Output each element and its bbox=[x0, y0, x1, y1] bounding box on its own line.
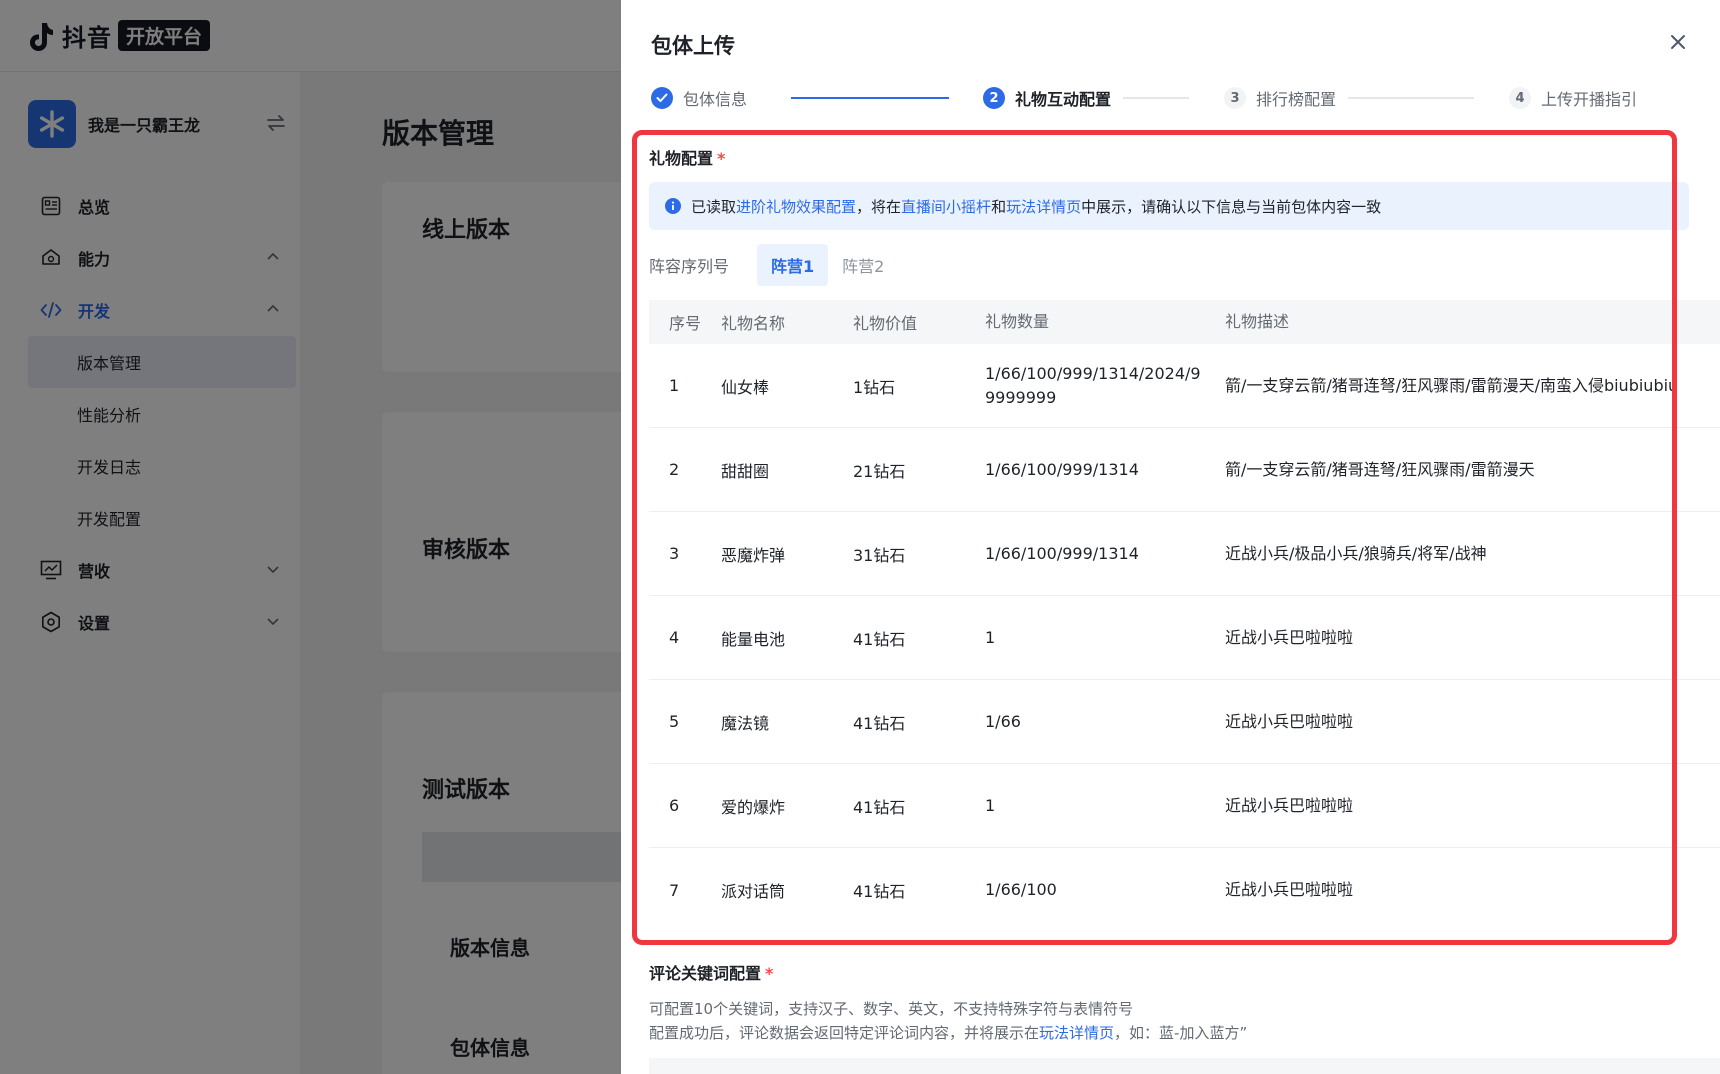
cell-no: 2 bbox=[669, 460, 680, 479]
cell-qty: 1/66/100 bbox=[985, 880, 1057, 899]
cell-desc: 近战小兵巴啦啦啦 bbox=[1225, 711, 1354, 731]
cell-qty: 1 bbox=[985, 627, 996, 647]
step-connector bbox=[791, 97, 949, 99]
cell-value: 1钻石 bbox=[853, 377, 896, 397]
comment-section-title: 评论关键词配置 * bbox=[649, 960, 773, 984]
info-notice: 已读取 进阶礼物效果配置 ，将在 直播间小摇杆 和 玩法详情页 中展示，请确认以… bbox=[649, 182, 1689, 230]
step-label: 排行榜配置 bbox=[1256, 90, 1337, 109]
step-3[interactable]: 3 排行榜配置 bbox=[1224, 84, 1336, 112]
table-row: 5 魔法镜 41钻石 1/66 近战小兵巴啦啦啦 bbox=[649, 680, 1720, 764]
step-label: 礼物互动配置 bbox=[1015, 90, 1112, 109]
step-connector bbox=[1348, 97, 1474, 99]
gift-table: 序号 礼物名称 礼物价值 礼物数量 礼物描述 1 仙女棒 1钻石 1/66/10… bbox=[649, 300, 1720, 932]
step-number: 2 bbox=[983, 87, 1005, 109]
section-title-text: 评论关键词配置 bbox=[649, 964, 762, 983]
cell-qty: 1/66 bbox=[985, 711, 1021, 731]
cell-value: 41钻石 bbox=[853, 797, 906, 817]
cell-no: 7 bbox=[669, 880, 680, 900]
cell-qty: 1/66/100/999/1314 bbox=[985, 459, 1139, 479]
step-number: 3 bbox=[1224, 87, 1246, 109]
tab-camp-1[interactable]: 阵营1 bbox=[757, 244, 829, 286]
cell-no: 4 bbox=[669, 628, 680, 647]
tabs-label: 阵容序列号 bbox=[649, 257, 730, 276]
section-title-text: 礼物配置 bbox=[649, 149, 714, 168]
keyword-table-header bbox=[649, 1058, 1720, 1074]
desc-text: 配置成功后，评论数据会返回特定评论词内容，并将展示在 bbox=[649, 1024, 1040, 1042]
comment-desc-line1: 可配置10个关键词，支持汉子、数字、英文，不支持特殊字符与表情符号 bbox=[649, 1000, 1134, 1018]
cell-desc: 箭/一支穿云箭/猪哥连弩/狂风骤雨/雷箭漫天 bbox=[1225, 459, 1535, 479]
table-row: 1 仙女棒 1钻石 1/66/100/999/1314/2024/9999999… bbox=[649, 344, 1720, 428]
table-row: 7 派对话筒 41钻石 1/66/100 近战小兵巴啦啦啦 bbox=[649, 848, 1720, 932]
cell-qty: 1/66/100/999/1314 bbox=[985, 543, 1139, 563]
cell-desc: 近战小兵巴啦啦啦 bbox=[1225, 795, 1354, 815]
close-button[interactable] bbox=[1666, 30, 1690, 54]
drawer-title: 包体上传 bbox=[651, 34, 735, 58]
cell-no: 6 bbox=[669, 796, 680, 815]
tab-camp-2[interactable]: 阵营2 bbox=[828, 244, 898, 286]
column-header: 礼物价值 bbox=[853, 314, 918, 333]
cell-value: 31钻石 bbox=[853, 545, 906, 565]
cell-no: 1 bbox=[669, 376, 680, 395]
check-icon bbox=[651, 87, 673, 109]
cell-value: 41钻石 bbox=[853, 629, 906, 649]
step-label: 包体信息 bbox=[683, 90, 748, 109]
required-mark: * bbox=[717, 149, 726, 168]
camp-tabs: 阵容序列号 阵营1 阵营2 bbox=[649, 244, 898, 286]
table-row: 2 甜甜圈 21钻石 1/66/100/999/1314 箭/一支穿云箭/猪哥连… bbox=[649, 428, 1720, 512]
cell-desc: 近战小兵/极品小兵/狼骑兵/将军/战神 bbox=[1225, 543, 1487, 563]
cell-value: 41钻石 bbox=[853, 882, 906, 901]
cell-qty: 1/66/100/999/1314/2024/99999999 bbox=[985, 363, 1201, 407]
step-connector bbox=[1123, 97, 1189, 99]
cell-name: 能量电池 bbox=[721, 629, 786, 649]
cell-no: 5 bbox=[669, 712, 680, 731]
notice-text: ，将在 bbox=[856, 197, 902, 216]
table-row: 6 爱的爆炸 41钻石 1 近战小兵巴啦啦啦 bbox=[649, 764, 1720, 848]
cell-desc: 近战小兵巴啦啦啦 bbox=[1225, 880, 1354, 899]
upload-drawer: 包体上传 包体信息 2 礼物互动配置 3 排行榜配置 4 上传开播指引 礼物配置… bbox=[621, 0, 1720, 1074]
info-icon bbox=[665, 198, 681, 214]
step-1[interactable]: 包体信息 bbox=[651, 84, 747, 112]
detail-page-link[interactable]: 玩法详情页 bbox=[1006, 196, 1081, 217]
gift-effect-link[interactable]: 进阶礼物效果配置 bbox=[736, 196, 856, 217]
comment-desc-line2: 配置成功后，评论数据会返回特定评论词内容，并将展示在玩法详情页，如：蓝-加入蓝方… bbox=[649, 1022, 1247, 1043]
table-row: 4 能量电池 41钻石 1 近战小兵巴啦啦啦 bbox=[649, 596, 1720, 680]
step-2[interactable]: 2 礼物互动配置 bbox=[983, 84, 1111, 112]
cell-name: 爱的爆炸 bbox=[721, 797, 786, 817]
steps: 包体信息 2 礼物互动配置 3 排行榜配置 4 上传开播指引 bbox=[651, 84, 1711, 112]
cell-desc: 近战小兵巴啦啦啦 bbox=[1225, 627, 1354, 647]
cell-no: 3 bbox=[669, 544, 680, 563]
gift-section-title: 礼物配置 * bbox=[649, 145, 725, 169]
cell-value: 41钻石 bbox=[853, 713, 906, 733]
joystick-link[interactable]: 直播间小摇杆 bbox=[901, 196, 991, 217]
notice-text: 和 bbox=[991, 197, 1007, 216]
step-4[interactable]: 4 上传开播指引 bbox=[1509, 84, 1637, 112]
cell-name: 甜甜圈 bbox=[721, 461, 770, 481]
column-header: 礼物描述 bbox=[1225, 312, 1290, 331]
cell-name: 恶魔炸弹 bbox=[721, 545, 786, 565]
required-mark: * bbox=[765, 964, 774, 983]
table-header: 序号 礼物名称 礼物价值 礼物数量 礼物描述 bbox=[649, 300, 1720, 344]
cell-name: 魔法镜 bbox=[721, 713, 770, 733]
column-header: 礼物名称 bbox=[721, 314, 786, 333]
column-header: 礼物数量 bbox=[985, 312, 1050, 331]
column-header: 序号 bbox=[669, 314, 702, 333]
step-number: 4 bbox=[1509, 87, 1531, 109]
cell-value: 21钻石 bbox=[853, 461, 906, 481]
notice-text: 中展示，请确认以下信息与当前包体内容一致 bbox=[1081, 197, 1382, 216]
notice-text: 已读取 bbox=[691, 197, 737, 216]
step-label: 上传开播指引 bbox=[1541, 90, 1638, 109]
table-row: 3 恶魔炸弹 31钻石 1/66/100/999/1314 近战小兵/极品小兵/… bbox=[649, 512, 1720, 596]
detail-page-link[interactable]: 玩法详情页 bbox=[1039, 1024, 1114, 1042]
cell-desc: 箭/一支穿云箭/猪哥连弩/狂风骤雨/雷箭漫天/南蛮入侵biubiubiu bbox=[1225, 375, 1679, 395]
cell-qty: 1 bbox=[985, 795, 996, 815]
close-icon bbox=[1671, 35, 1685, 49]
cell-name: 派对话筒 bbox=[721, 882, 786, 901]
cell-name: 仙女棒 bbox=[721, 377, 770, 397]
desc-text: ，如：蓝-加入蓝方” bbox=[1114, 1024, 1248, 1042]
